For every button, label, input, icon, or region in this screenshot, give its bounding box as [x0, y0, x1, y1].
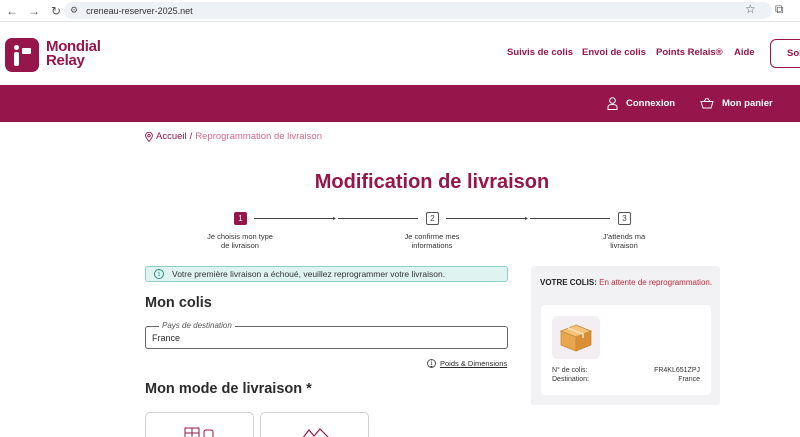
- forward-button[interactable]: →: [24, 1, 44, 21]
- location-pin-icon: [145, 131, 153, 142]
- step-connector-1: [254, 218, 334, 219]
- info-icon: i: [427, 359, 436, 368]
- parcel-summary-panel: VOTRE COLIS: En attente de reprogrammati…: [531, 266, 720, 405]
- relay-locker-icon: [184, 427, 214, 437]
- country-field-value: France: [152, 333, 181, 343]
- step-2-label: Je confirme mes informations: [404, 232, 460, 250]
- nav-points-relais[interactable]: Points Relais®: [656, 47, 723, 58]
- destination-value: France: [678, 376, 700, 383]
- step-arrow-icon: ▸: [333, 216, 337, 222]
- nav-suivis-de-colis[interactable]: Suivis de colis: [507, 47, 573, 58]
- cart-label: Mon panier: [722, 97, 773, 109]
- step-connector-2: [338, 218, 418, 219]
- breadcrumb-home[interactable]: Accueil: [156, 131, 187, 142]
- colis-heading: Mon colis: [145, 295, 212, 311]
- parcel-status: VOTRE COLIS: En attente de reprogrammati…: [540, 278, 715, 288]
- url-text: creneau-reserver-2025.net: [86, 5, 193, 16]
- mode-heading: Mon mode de livraison *: [145, 381, 312, 397]
- poids-dimensions-link[interactable]: i Poids & Dimensions: [427, 359, 507, 368]
- page-title: Modification de livraison: [314, 171, 550, 193]
- step-1-label: Je choisis mon type de livraison: [207, 232, 273, 250]
- delivery-mode-card-relay[interactable]: [145, 412, 254, 437]
- step-connector-3: [446, 218, 526, 219]
- step-3-number: 3: [618, 212, 631, 225]
- reload-button[interactable]: ↻: [46, 1, 66, 21]
- parcel-card: N° de colis: FR4KL651ZPJ Destination: Fr…: [541, 305, 711, 395]
- parcel-status-text: En attente de reprogrammation.: [599, 278, 713, 287]
- package-icon: [552, 316, 600, 359]
- site-settings-icon[interactable]: ⚙: [70, 5, 78, 16]
- home-delivery-icon: [302, 428, 329, 437]
- logo-icon[interactable]: [5, 38, 39, 72]
- extensions-icon[interactable]: ⧉: [775, 2, 784, 17]
- logo-text[interactable]: Mondial Relay: [46, 39, 101, 68]
- country-field[interactable]: Pays de destination France: [145, 321, 508, 349]
- address-bar[interactable]: ⚙ creneau-reserver-2025.net: [64, 2, 772, 19]
- parcel-status-label: VOTRE COLIS:: [540, 278, 597, 287]
- parcel-number-value: FR4KL651ZPJ: [654, 367, 700, 374]
- step-3-label: J'attends ma livraison: [602, 232, 646, 250]
- login-label: Connexion: [626, 98, 676, 109]
- cart-link[interactable]: Mon panier: [700, 97, 773, 109]
- poids-dimensions-label: Poids & Dimensions: [440, 359, 508, 368]
- info-icon: i: [154, 269, 164, 279]
- parcel-number-label: N° de colis:: [552, 367, 588, 374]
- step-2-number: 2: [426, 212, 439, 225]
- step-arrow-icon: ▸: [525, 216, 529, 222]
- destination-label: Destination:: [552, 376, 589, 383]
- info-alert: i Votre première livraison a échoué, veu…: [145, 266, 508, 282]
- basket-icon: [700, 97, 714, 109]
- header-cta-button[interactable]: Sol: [770, 39, 800, 68]
- breadcrumb-separator: /: [189, 131, 193, 142]
- account-bar: Connexion Mon panier: [0, 85, 800, 122]
- delivery-mode-card-home[interactable]: [260, 412, 369, 437]
- nav-aide[interactable]: Aide: [734, 47, 755, 58]
- login-link[interactable]: Connexion: [607, 97, 675, 110]
- nav-envoi-de-colis[interactable]: Envoi de colis: [582, 47, 646, 58]
- destination-row: Destination: France: [552, 376, 700, 383]
- parcel-number-row: N° de colis: FR4KL651ZPJ: [552, 367, 700, 374]
- breadcrumb-current: Reprogrammation de livraison: [195, 131, 322, 142]
- alert-text: Votre première livraison a échoué, veuil…: [172, 269, 446, 279]
- site-header: Mondial Relay Suivis de colis Envoi de c…: [0, 23, 800, 85]
- user-icon: [607, 97, 618, 110]
- browser-toolbar: ← → ↻ ⚙ creneau-reserver-2025.net ☆ ⧉: [0, 0, 800, 22]
- breadcrumb: Accueil / Reprogrammation de livraison: [145, 131, 322, 142]
- back-button[interactable]: ←: [2, 1, 22, 21]
- step-1-number: 1: [234, 212, 247, 225]
- country-field-legend: Pays de destination: [159, 321, 235, 330]
- step-connector-4: [530, 218, 610, 219]
- bookmark-star-icon[interactable]: ☆: [745, 2, 756, 16]
